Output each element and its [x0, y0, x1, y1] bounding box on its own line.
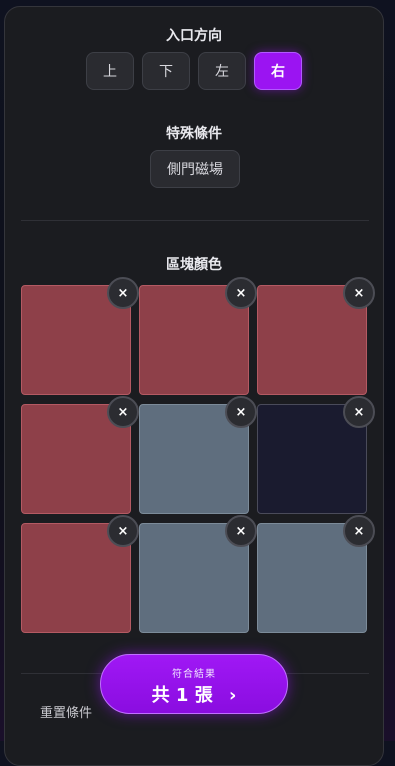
- block-color-grid: × × × × × × × × ×: [21, 277, 375, 633]
- clear-cell-button[interactable]: ×: [225, 515, 257, 547]
- direction-left-button[interactable]: 左: [198, 52, 246, 90]
- clear-cell-button[interactable]: ×: [225, 396, 257, 428]
- clear-cell-button[interactable]: ×: [343, 515, 375, 547]
- clear-cell-button[interactable]: ×: [107, 515, 139, 547]
- block-cell[interactable]: ×: [139, 396, 257, 514]
- result-prefix: 共: [151, 685, 170, 706]
- result-caption: 符合結果: [172, 669, 216, 680]
- side-door-magnetic-button[interactable]: 側門磁場: [150, 150, 240, 188]
- entrance-title: 入口方向: [166, 28, 222, 44]
- reset-conditions-button[interactable]: 重置條件: [40, 702, 92, 721]
- block-cell[interactable]: ×: [139, 515, 257, 633]
- divider: [21, 220, 369, 221]
- result-count: 1: [175, 685, 189, 706]
- block-cell[interactable]: ×: [257, 396, 375, 514]
- entrance-direction-group: 上 下 左 右: [86, 52, 302, 90]
- block-cell[interactable]: ×: [21, 277, 139, 395]
- chevron-right-icon: ›: [228, 685, 237, 706]
- block-cell[interactable]: ×: [21, 396, 139, 514]
- view-results-button[interactable]: 符合結果 共 1 張 ›: [100, 654, 288, 714]
- clear-cell-button[interactable]: ×: [107, 277, 139, 309]
- clear-cell-button[interactable]: ×: [343, 277, 375, 309]
- direction-down-button[interactable]: 下: [142, 52, 190, 90]
- block-color-title: 區塊顏色: [166, 257, 222, 273]
- block-cell[interactable]: ×: [257, 515, 375, 633]
- clear-cell-button[interactable]: ×: [225, 277, 257, 309]
- clear-cell-button[interactable]: ×: [343, 396, 375, 428]
- direction-up-button[interactable]: 上: [86, 52, 134, 90]
- filter-panel: 入口方向 上 下 左 右 特殊條件 側門磁場 區塊顏色 × × × × × × …: [4, 6, 384, 766]
- result-suffix: 張: [194, 685, 213, 706]
- block-cell[interactable]: ×: [139, 277, 257, 395]
- block-cell[interactable]: ×: [21, 515, 139, 633]
- clear-cell-button[interactable]: ×: [107, 396, 139, 428]
- block-cell[interactable]: ×: [257, 277, 375, 395]
- special-condition-title: 特殊條件: [166, 126, 222, 142]
- result-count-text: 共 1 張 ›: [101, 681, 287, 707]
- direction-right-button[interactable]: 右: [254, 52, 302, 90]
